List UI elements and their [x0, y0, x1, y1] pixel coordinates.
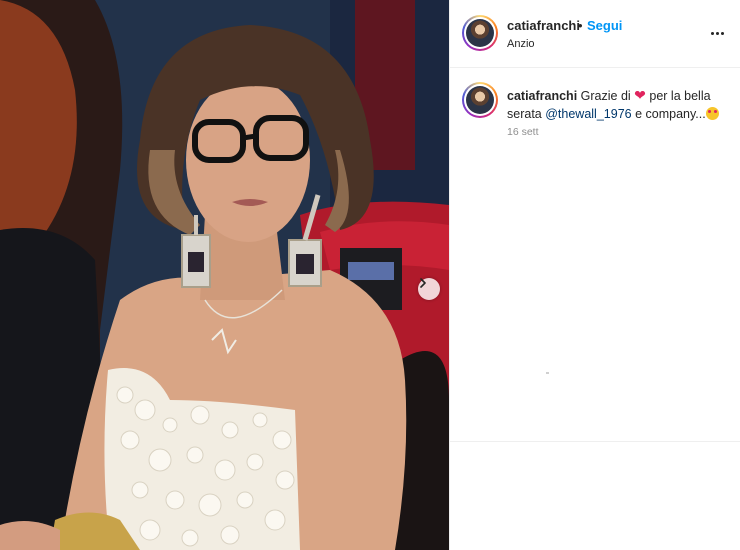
heart-emoji-icon: ❤	[634, 87, 646, 103]
post-header: catiafranchi • Segui Anzio	[450, 0, 740, 68]
more-options-icon[interactable]	[708, 24, 726, 42]
avatar[interactable]	[462, 15, 498, 51]
photo-illustration	[0, 0, 449, 550]
star-struck-emoji-icon	[705, 107, 719, 120]
caption-text-before: Grazie di	[580, 89, 631, 103]
caption-timestamp[interactable]: 16 sett	[507, 126, 539, 138]
follow-button[interactable]: Segui	[587, 18, 622, 33]
carousel-next-button[interactable]	[418, 278, 440, 300]
separator-dot: •	[578, 18, 583, 33]
post-photo[interactable]	[0, 0, 449, 550]
post-location[interactable]: Anzio	[507, 38, 535, 50]
section-divider	[450, 441, 740, 442]
caption-avatar[interactable]	[462, 82, 498, 118]
mention-link[interactable]: @thewall_1976	[545, 107, 631, 121]
caption-text-after: e company...	[635, 107, 706, 121]
caption-username[interactable]: catiafranchi	[507, 89, 577, 103]
post-username[interactable]: catiafranchi	[507, 18, 580, 33]
divider-dot	[546, 372, 549, 374]
chevron-right-icon	[420, 278, 426, 288]
post-side-panel: catiafranchi • Segui Anzio catiafranchi …	[449, 0, 740, 550]
caption-text: catiafranchi Grazie di ❤ per la bella se…	[507, 86, 727, 123]
